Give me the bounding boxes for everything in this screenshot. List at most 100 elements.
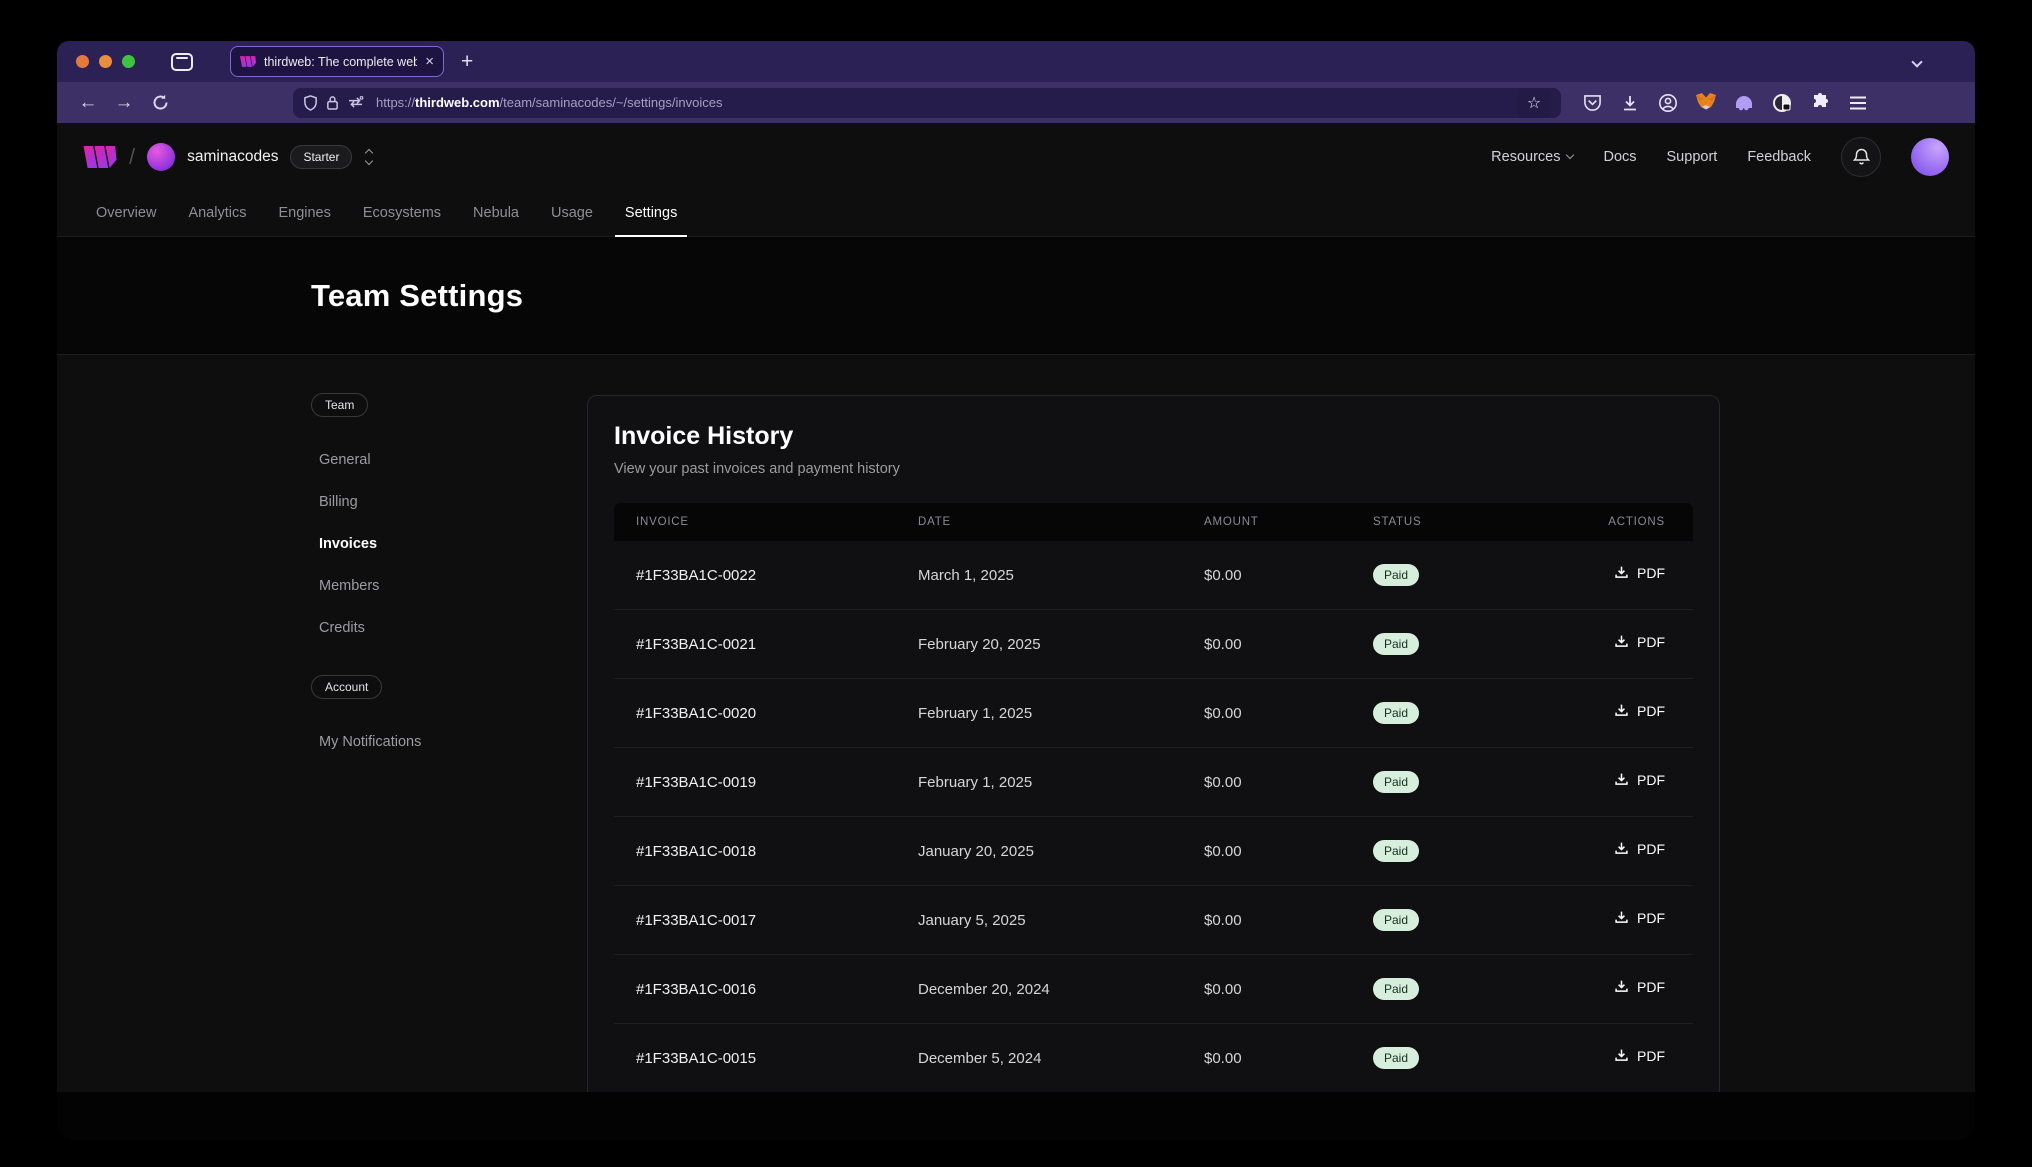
wallet-extension-icon[interactable] — [1771, 92, 1793, 114]
browser-tab[interactable]: thirdweb: The complete web3 d × — [230, 46, 444, 77]
table-row: #1F33BA1C-0015 December 5, 2024 $0.00 Pa… — [614, 1024, 1693, 1092]
metamask-icon[interactable] — [1695, 92, 1717, 114]
sidebar-item-general[interactable]: General — [319, 439, 551, 481]
status-badge: Paid — [1373, 771, 1419, 793]
tab-close-icon[interactable]: × — [425, 54, 434, 69]
breadcrumb-separator: / — [129, 144, 135, 170]
pdf-label: PDF — [1637, 703, 1665, 719]
status-badge: Paid — [1373, 633, 1419, 655]
download-icon — [1614, 841, 1629, 856]
pdf-label: PDF — [1637, 841, 1665, 857]
bell-icon — [1853, 148, 1870, 166]
download-pdf-button[interactable]: PDF — [1614, 841, 1665, 857]
tab-overview[interactable]: Overview — [80, 190, 172, 236]
extension-toolbar — [1581, 92, 1869, 114]
close-window-button[interactable] — [76, 55, 89, 68]
table-row: #1F33BA1C-0016 December 20, 2024 $0.00 P… — [614, 955, 1693, 1024]
team-switcher-icon[interactable] — [366, 150, 372, 164]
tab-usage[interactable]: Usage — [535, 190, 609, 236]
pdf-label: PDF — [1637, 565, 1665, 581]
tab-nebula[interactable]: Nebula — [457, 190, 535, 236]
invoice-amount: $0.00 — [1180, 705, 1349, 722]
invoice-status: Paid — [1349, 978, 1589, 1000]
list-all-tabs-icon[interactable] — [1913, 53, 1921, 71]
url-scheme: https:// — [376, 95, 415, 110]
invoice-amount: $0.00 — [1180, 912, 1349, 929]
invoice-amount: $0.00 — [1180, 636, 1349, 653]
reload-button[interactable] — [145, 88, 175, 118]
download-pdf-button[interactable]: PDF — [1614, 634, 1665, 650]
table-row: #1F33BA1C-0021 February 20, 2025 $0.00 P… — [614, 610, 1693, 679]
reload-icon — [152, 94, 169, 111]
pdf-label: PDF — [1637, 772, 1665, 788]
firefox-view-icon[interactable] — [171, 53, 193, 71]
menu-hamburger-icon[interactable] — [1847, 92, 1869, 114]
new-tab-button[interactable]: + — [461, 50, 473, 74]
maximize-window-button[interactable] — [122, 55, 135, 68]
url-path: /team/saminacodes/~/settings/invoices — [500, 95, 723, 110]
table-row: #1F33BA1C-0019 February 1, 2025 $0.00 Pa… — [614, 748, 1693, 817]
invoice-status: Paid — [1349, 771, 1589, 793]
download-pdf-button[interactable]: PDF — [1614, 910, 1665, 926]
lock-icon[interactable] — [326, 95, 339, 110]
invoice-amount: $0.00 — [1180, 567, 1349, 584]
invoice-status: Paid — [1349, 909, 1589, 931]
download-pdf-button[interactable]: PDF — [1614, 1048, 1665, 1064]
team-avatar[interactable] — [147, 143, 175, 171]
tab-settings[interactable]: Settings — [609, 190, 693, 236]
sidebar-item-my-notifications[interactable]: My Notifications — [319, 721, 551, 763]
extensions-puzzle-icon[interactable] — [1809, 92, 1831, 114]
nav-feedback[interactable]: Feedback — [1747, 149, 1811, 165]
tab-ecosystems[interactable]: Ecosystems — [347, 190, 457, 236]
status-badge: Paid — [1373, 840, 1419, 862]
invoice-date: January 5, 2025 — [894, 912, 1180, 929]
invoice-date: December 20, 2024 — [894, 981, 1180, 998]
shield-icon[interactable] — [303, 95, 318, 111]
bookmark-star-icon[interactable]: ☆ — [1517, 88, 1551, 118]
download-pdf-button[interactable]: PDF — [1614, 565, 1665, 581]
invoice-date: January 20, 2025 — [894, 843, 1180, 860]
minimize-window-button[interactable] — [99, 55, 112, 68]
thirdweb-logo-icon[interactable] — [83, 146, 117, 168]
user-avatar[interactable] — [1911, 138, 1949, 176]
invoice-number: #1F33BA1C-0017 — [614, 912, 894, 929]
back-button[interactable]: ← — [73, 88, 103, 118]
status-badge: Paid — [1373, 978, 1419, 1000]
download-pdf-button[interactable]: PDF — [1614, 979, 1665, 995]
invoice-actions: PDF — [1589, 979, 1693, 1000]
nav-docs[interactable]: Docs — [1603, 149, 1636, 165]
notifications-button[interactable] — [1841, 137, 1881, 177]
team-name[interactable]: saminacodes — [187, 148, 278, 166]
sidebar-item-credits[interactable]: Credits — [319, 607, 551, 649]
downloads-icon[interactable] — [1619, 92, 1641, 114]
pocket-icon[interactable] — [1581, 92, 1603, 114]
phantom-icon[interactable] — [1733, 92, 1755, 114]
dashboard-header: / saminacodes Starter Resources Docs Sup… — [57, 123, 1975, 190]
download-pdf-button[interactable]: PDF — [1614, 772, 1665, 788]
download-icon — [1614, 703, 1629, 718]
nav-support[interactable]: Support — [1667, 149, 1718, 165]
sidebar-item-billing[interactable]: Billing — [319, 481, 551, 523]
url-text: https://thirdweb.com/team/saminacodes/~/… — [376, 95, 1509, 110]
invoice-amount: $0.00 — [1180, 1050, 1349, 1067]
sidebar-team-list: General Billing Invoices Members Credits — [319, 439, 551, 649]
download-icon — [1614, 772, 1629, 787]
nav-resources[interactable]: Resources — [1491, 149, 1573, 165]
invoice-date: February 1, 2025 — [894, 705, 1180, 722]
settings-sidebar: Team General Billing Invoices Members Cr… — [311, 393, 551, 789]
forward-button[interactable]: → — [109, 88, 139, 118]
download-pdf-button[interactable]: PDF — [1614, 703, 1665, 719]
invoice-table-header: INVOICE DATE AMOUNT STATUS ACTIONS — [614, 503, 1693, 541]
invoice-number: #1F33BA1C-0019 — [614, 774, 894, 791]
account-icon[interactable] — [1657, 92, 1679, 114]
download-icon — [1614, 1048, 1629, 1063]
invoice-status: Paid — [1349, 633, 1589, 655]
tab-engines[interactable]: Engines — [262, 190, 346, 236]
permissions-switch-icon[interactable] — [347, 96, 364, 109]
tab-analytics[interactable]: Analytics — [172, 190, 262, 236]
sidebar-item-invoices[interactable]: Invoices — [319, 523, 551, 565]
address-bar[interactable]: https://thirdweb.com/team/saminacodes/~/… — [293, 88, 1561, 118]
pdf-label: PDF — [1637, 634, 1665, 650]
plan-badge[interactable]: Starter — [290, 145, 352, 169]
sidebar-item-members[interactable]: Members — [319, 565, 551, 607]
